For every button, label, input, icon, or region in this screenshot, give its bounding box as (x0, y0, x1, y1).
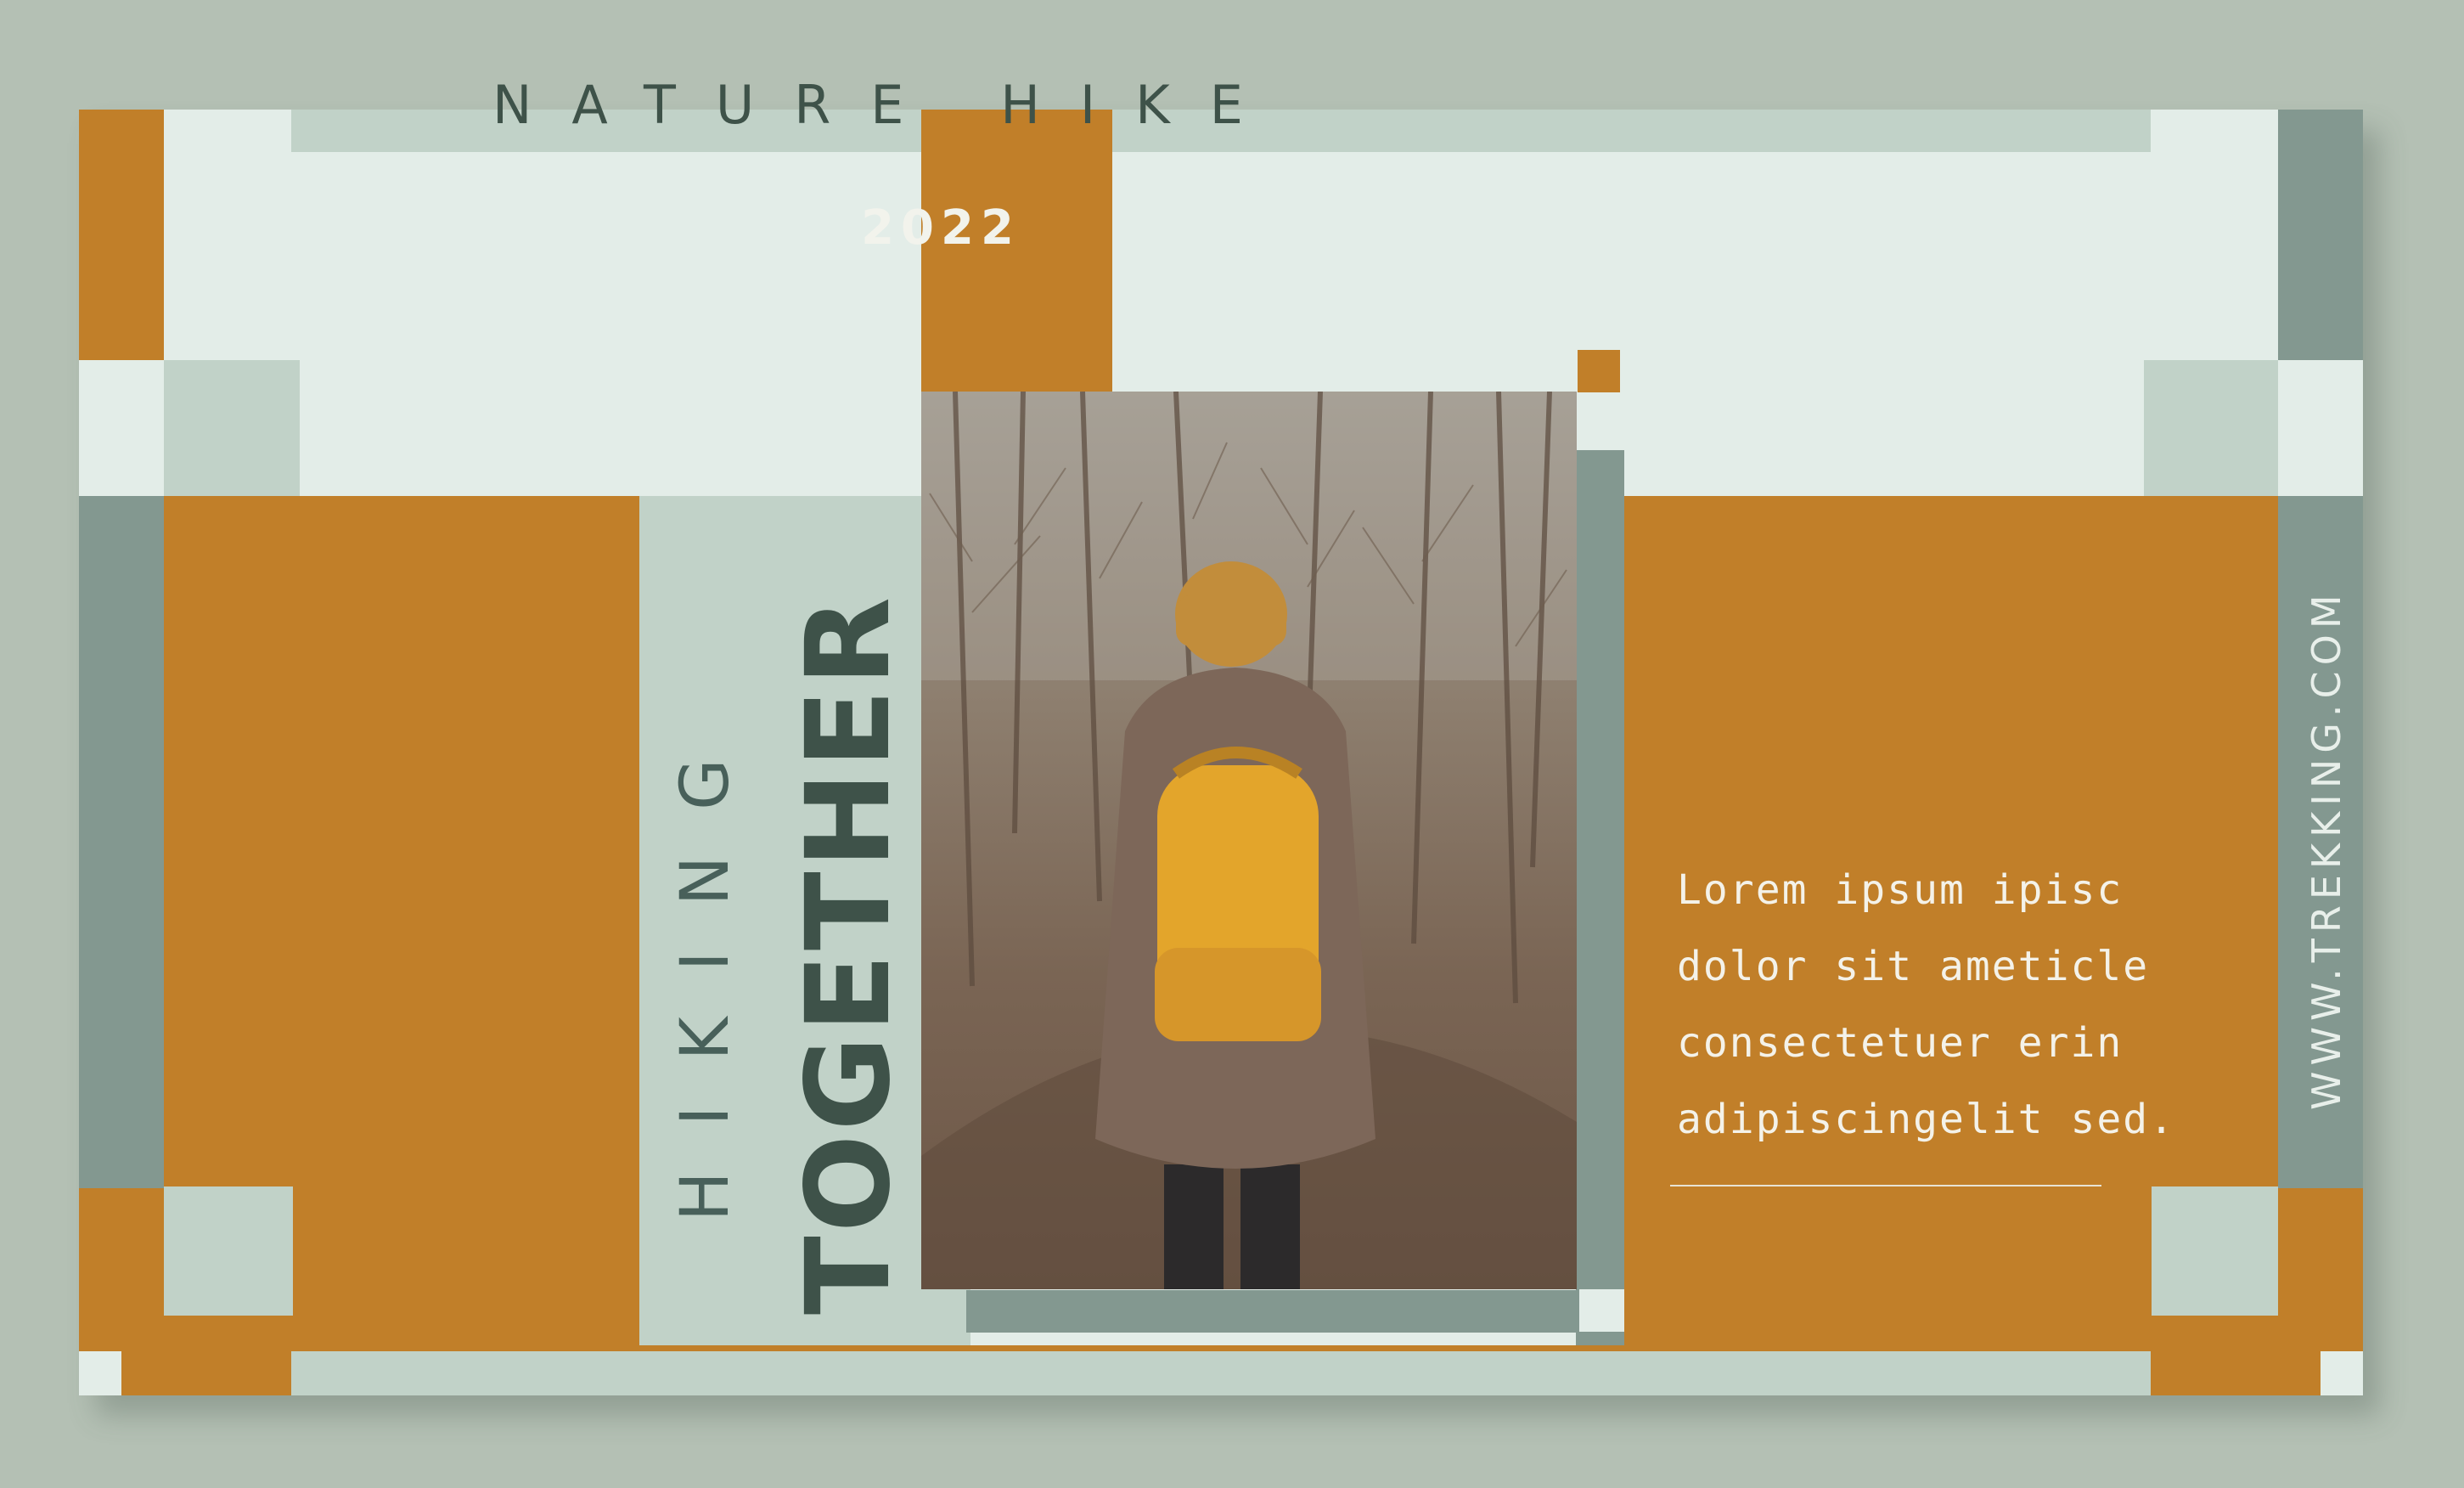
headline-hiking: HIKING (667, 713, 744, 1221)
left-square-bottom (164, 1186, 293, 1316)
left-edge-steel (79, 496, 164, 1188)
right-square-bottom (2152, 1186, 2278, 1316)
event-year: 2022 (861, 200, 1021, 256)
body-line: adipiscingelit sed. (1677, 1096, 2176, 1143)
bottom-right-corner-square (2321, 1351, 2363, 1395)
event-title: NATURE HIKE (492, 74, 1283, 136)
small-accent-square (1578, 350, 1620, 392)
photo-frame-corner-square (1579, 1289, 1624, 1332)
photo-frame-right (1576, 450, 1624, 1345)
website-url[interactable]: WWW.TREKKING.COM (2297, 589, 2356, 1110)
body-line: consectetuer erin (1677, 1019, 2124, 1067)
left-edge-ochre-top (79, 110, 164, 360)
body-line: dolor sit ameticle (1677, 943, 2150, 990)
body-divider (1670, 1185, 2101, 1186)
headline-together: TOGETHER (782, 593, 916, 1315)
photo-frame-bottom (966, 1290, 1624, 1333)
right-square-top (2144, 360, 2278, 496)
body-copy: Lorem ipsum ipisc dolor sit ameticle con… (1677, 852, 2176, 1158)
body-line: Lorem ipsum ipisc (1677, 866, 2124, 914)
bottom-strip (291, 1351, 2151, 1395)
hiker-photo (921, 392, 1577, 1289)
bottom-left-corner-square (79, 1351, 121, 1395)
right-edge-steel-top (2278, 110, 2363, 360)
left-square-top (164, 360, 300, 496)
